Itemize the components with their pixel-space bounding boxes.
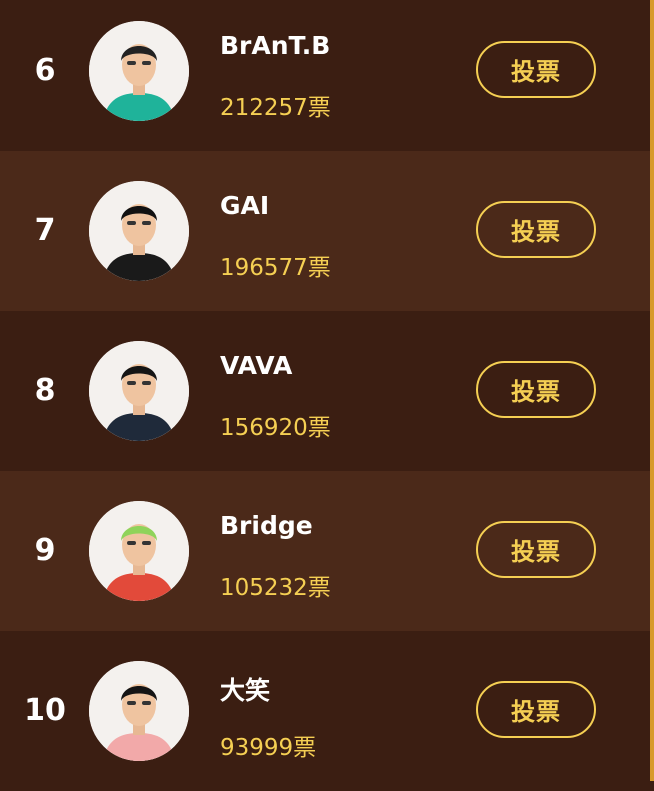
- rank-number: 10: [24, 693, 66, 728]
- vote-button[interactable]: 投票: [476, 201, 596, 258]
- rank-number: 7: [34, 213, 56, 248]
- artist-avatar[interactable]: [89, 501, 189, 601]
- vote-count: 196577票: [220, 255, 331, 281]
- ranking-row: 9 Bridge 105232票 投票: [0, 471, 650, 631]
- artist-avatar[interactable]: [89, 341, 189, 441]
- artist-name: GAI: [220, 191, 270, 220]
- avatar-daxiao-icon: [89, 661, 189, 761]
- artist-name: BrAnT.B: [220, 31, 331, 60]
- vote-count: 212257票: [220, 95, 331, 121]
- scroll-edge-indicator: [650, 0, 654, 781]
- avatar-vava-icon: [89, 341, 189, 441]
- vote-count: 93999票: [220, 735, 317, 761]
- artist-avatar[interactable]: [89, 21, 189, 121]
- vote-count: 156920票: [220, 415, 331, 441]
- ranking-row: 6 BrAnT.B 212257票 投票: [0, 0, 650, 151]
- rank-number: 8: [34, 373, 56, 408]
- ranking-list: 6 BrAnT.B 212257票 投票 7 GAI 196577票 投票 8 …: [0, 0, 650, 791]
- avatar-bridge-icon: [89, 501, 189, 601]
- avatar-brantb-icon: [89, 21, 189, 121]
- rank-number: 6: [34, 53, 56, 88]
- vote-button[interactable]: 投票: [476, 361, 596, 418]
- ranking-row: 8 VAVA 156920票 投票: [0, 311, 650, 471]
- artist-name: 大笑: [220, 676, 271, 705]
- rank-number: 9: [34, 533, 56, 568]
- artist-name: VAVA: [220, 351, 293, 380]
- ranking-row: 7 GAI 196577票 投票: [0, 151, 650, 311]
- artist-avatar[interactable]: [89, 181, 189, 281]
- ranking-row: 10 大笑 93999票 投票: [0, 631, 650, 791]
- vote-button[interactable]: 投票: [476, 41, 596, 98]
- vote-button[interactable]: 投票: [476, 521, 596, 578]
- avatar-gai-icon: [89, 181, 189, 281]
- vote-button[interactable]: 投票: [476, 681, 596, 738]
- artist-avatar[interactable]: [89, 661, 189, 761]
- artist-name: Bridge: [220, 511, 313, 540]
- vote-count: 105232票: [220, 575, 331, 601]
